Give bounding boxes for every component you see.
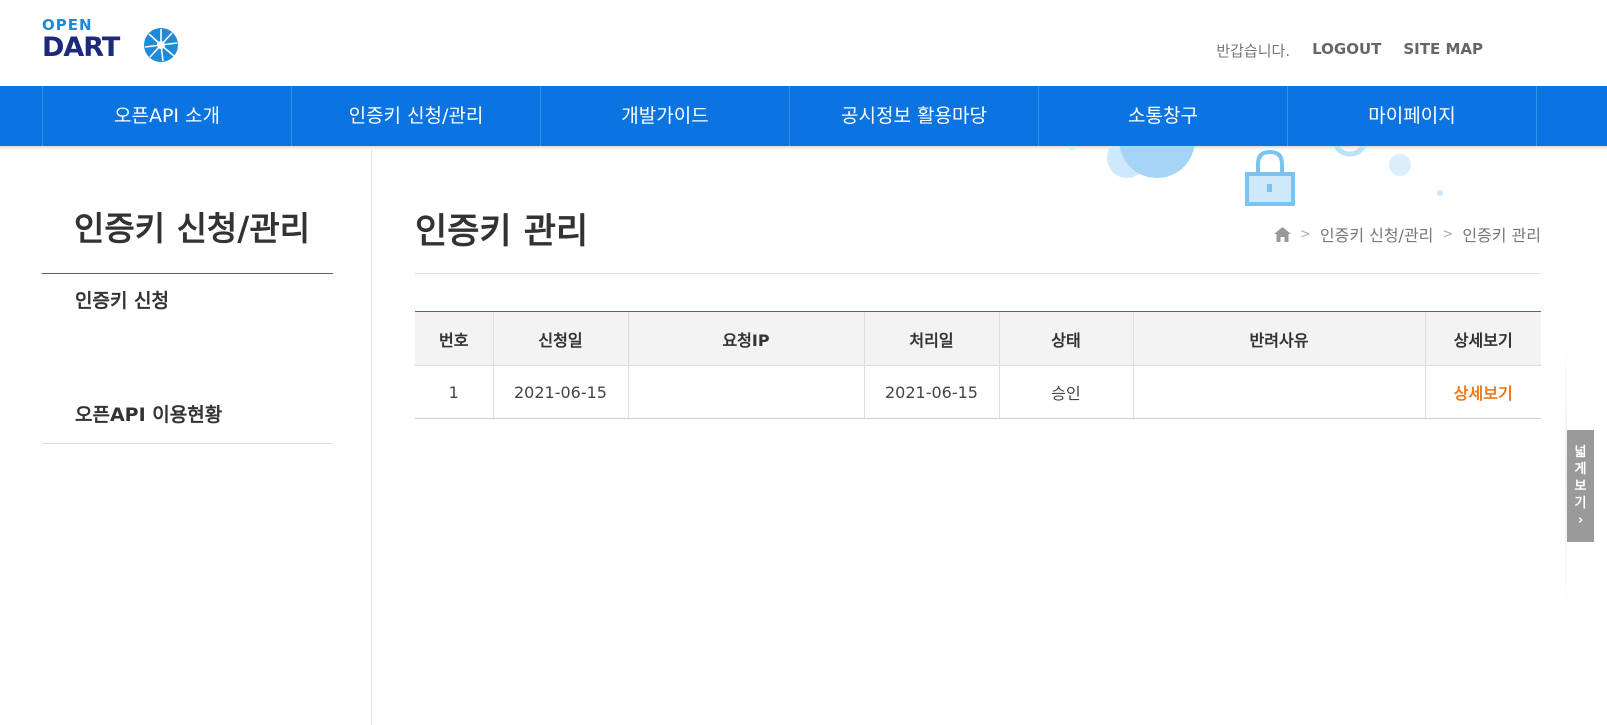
home-icon[interactable] [1273,226,1291,242]
decorative-lock-illustration [1068,146,1443,206]
header: OPEN DART 반갑습니다. LOGOUT SITE MAP [0,0,1607,86]
title-divider [415,273,1541,274]
wide-view-tab[interactable]: 넓 게 보 기 › [1567,430,1594,542]
wide-view-char: 게 [1574,462,1587,477]
gnb-item-key-apply[interactable]: 인증키 신청/관리 [292,86,541,146]
sidebar-item-key-manage[interactable]: 인증키 관리 [42,330,332,387]
detail-view-link[interactable]: 상세보기 [1454,384,1513,403]
utility-menu: 반갑습니다. LOGOUT SITE MAP [1216,40,1483,61]
wide-view-char: 기 [1574,496,1587,511]
breadcrumb: > 인증키 신청/관리 > 인증키 관리 [1273,222,1541,246]
sidebar-item-label: 인증키 신청 [75,290,170,312]
sidebar-item-label: 인증키 관리 [73,347,168,369]
gnb-item-dev-guide[interactable]: 개발가이드 [541,86,790,146]
logo-sun-icon [144,28,178,62]
cell-process-date: 2021-06-15 [863,365,999,419]
sidebar-item-usage[interactable]: 오픈API 이용현황 [42,387,332,444]
cell-detail: 상세보기 [1424,365,1541,419]
sidebar-item-label: 오픈API 이용현황 [75,404,223,426]
gnb-item-communication[interactable]: 소통창구 [1039,86,1288,146]
col-header-reject-reason: 반려사유 [1132,311,1425,366]
col-header-status: 상태 [998,311,1133,366]
col-header-process-date: 처리일 [863,311,999,366]
gnb-item-disclosure[interactable]: 공시정보 활용마당 [790,86,1039,146]
col-header-number: 번호 [415,311,493,366]
logo-dart-text: DART [42,32,120,63]
key-list-table: 번호 신청일 요청IP 처리일 상태 반려사유 상세보기 1 2021-06-1… [415,311,1541,419]
chevron-right-icon: > [1442,226,1454,242]
cell-request-ip [627,365,864,419]
sidebar: 인증키 신청/관리 인증키 신청 인증키 관리 오픈API 이용현황 [0,150,372,725]
cell-apply-date: 2021-06-15 [492,365,628,419]
open-dart-logo[interactable]: OPEN DART [42,16,182,64]
gnb-item-mypage[interactable]: 마이페이지 [1288,86,1537,146]
sidebar-item-key-apply[interactable]: 인증키 신청 [42,273,332,330]
page-title: 인증키 관리 [415,212,589,252]
col-header-request-ip: 요청IP [627,311,864,366]
chevron-right-icon: > [1299,226,1311,242]
global-nav: 오픈API 소개 인증키 신청/관리 개발가이드 공시정보 활용마당 소통창구 … [0,86,1607,146]
cell-status: 승인 [998,365,1133,419]
col-header-detail: 상세보기 [1424,311,1541,366]
sidebar-title: 인증키 신청/관리 [74,209,311,248]
logout-link[interactable]: LOGOUT [1312,40,1381,61]
gnb-item-openapi-intro[interactable]: 오픈API 소개 [43,86,292,146]
sitemap-link[interactable]: SITE MAP [1403,40,1483,61]
col-header-apply-date: 신청일 [492,311,628,366]
table-header-row: 번호 신청일 요청IP 처리일 상태 반려사유 상세보기 [415,311,1541,366]
lock-icon [1245,149,1295,206]
chevron-right-icon: › [1577,513,1584,528]
cell-reject-reason [1132,365,1425,419]
breadcrumb-item[interactable]: 인증키 관리 [1462,222,1541,246]
greeting-text: 반갑습니다. [1216,42,1291,60]
table-row: 1 2021-06-15 2021-06-15 승인 상세보기 [415,365,1541,419]
wide-view-char: 보 [1574,479,1587,494]
wide-view-char: 넓 [1574,445,1587,460]
cell-number: 1 [415,365,493,419]
breadcrumb-item[interactable]: 인증키 신청/관리 [1320,222,1434,246]
